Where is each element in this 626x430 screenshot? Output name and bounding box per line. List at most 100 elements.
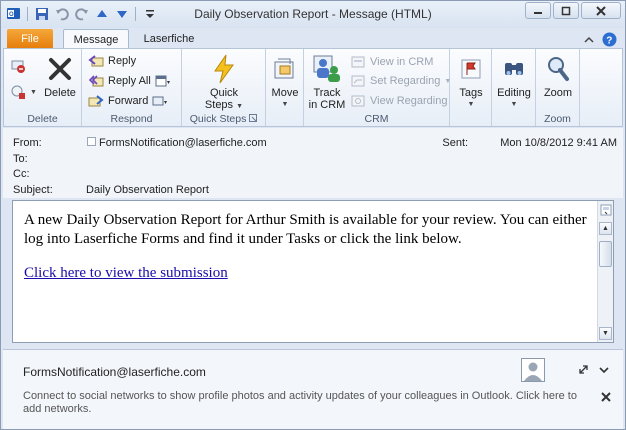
set-regarding-button[interactable]: Set Regarding ▼ (350, 72, 451, 90)
dialog-launcher-icon[interactable] (249, 113, 258, 125)
people-pane: FormsNotification@laserfiche.com Connect… (3, 349, 623, 429)
people-pane-controls (578, 364, 609, 378)
delete-group: ▼ Delete Delete (4, 49, 82, 126)
delete-label: Delete (44, 87, 76, 99)
scrollbar-thumb[interactable] (599, 241, 612, 267)
tags-group: Tags ▼ (450, 49, 492, 126)
sent-value: Mon 10/8/2012 9:41 AM (500, 137, 617, 149)
crm-group: Track in CRM View in CRM Set Regarding ▼ (304, 49, 451, 126)
ribbon-tabs: File Message Laserfiche ? (1, 28, 625, 49)
tab-laserfiche[interactable]: Laserfiche (137, 29, 201, 49)
tags-label: Tags (459, 87, 483, 99)
reply-all-button[interactable]: Reply All (88, 72, 171, 90)
view-regarding-icon (350, 93, 366, 109)
crm-people-icon (311, 53, 343, 85)
reply-label: Reply (108, 55, 137, 67)
editing-button[interactable]: Editing ▼ (496, 53, 532, 111)
minimize-button[interactable] (525, 2, 551, 19)
view-in-crm-button[interactable]: View in CRM (350, 53, 433, 71)
from-address: FormsNotification@laserfiche.com (99, 137, 267, 149)
reply-all-icon (88, 73, 104, 89)
quick-steps-dropdown-icon: ▼ (236, 103, 244, 110)
respond-group-label: Respond (110, 113, 153, 125)
magnifier-icon (542, 53, 574, 85)
meeting-reply-icon[interactable] (155, 73, 171, 89)
scroll-up-button[interactable]: ▲ (599, 222, 612, 235)
ignore-icon (10, 58, 26, 74)
set-regarding-icon (350, 73, 366, 89)
flag-icon (455, 53, 487, 85)
move-button[interactable]: Move ▼ (268, 53, 302, 111)
view-regarding-label: View Regarding (370, 95, 448, 107)
svg-text:?: ? (606, 36, 612, 47)
tab-file[interactable]: File (7, 29, 53, 49)
junk-button[interactable]: ▼ (10, 83, 37, 101)
cc-label: Cc: (13, 168, 30, 180)
reply-button[interactable]: Reply (88, 52, 136, 70)
expand-pane-icon[interactable] (578, 364, 589, 378)
quick-steps-label-1: Quick (209, 87, 239, 99)
zoom-label: Zoom (543, 87, 573, 99)
from-label: From: (13, 137, 42, 149)
view-in-crm-icon (350, 54, 366, 70)
contact-photo (521, 358, 545, 382)
message-body: A new Daily Observation Report for Arthu… (24, 211, 594, 283)
minimize-ribbon-icon[interactable] (584, 35, 594, 47)
submission-link[interactable]: Click here to view the submission (24, 265, 228, 281)
tags-button[interactable]: Tags ▼ (454, 53, 488, 111)
reply-all-label: Reply All (108, 75, 151, 87)
to-label: To: (13, 153, 28, 165)
ribbon: ▼ Delete Delete Reply Reply All Forward … (3, 48, 623, 127)
junk-icon (10, 84, 26, 100)
crm-group-label: CRM (364, 113, 389, 125)
split-view-icon[interactable] (599, 203, 612, 216)
window-controls (525, 2, 621, 19)
track-label-1: Track (313, 87, 341, 99)
scroll-down-button[interactable]: ▼ (599, 327, 612, 340)
zoom-button[interactable]: Zoom (540, 53, 576, 99)
subject-value: Daily Observation Report (86, 184, 209, 196)
lightning-icon (208, 53, 240, 85)
move-group: Move ▼ (266, 49, 304, 126)
close-info-button[interactable] (601, 390, 611, 405)
zoom-group: Zoom Zoom (536, 49, 580, 126)
view-in-crm-label: View in CRM (370, 56, 434, 68)
delete-group-label: Delete (27, 113, 58, 125)
outlook-message-window: O Daily Observation Report - Message (HT… (0, 0, 626, 430)
sent-info: Sent: Mon 10/8/2012 9:41 AM (442, 137, 617, 149)
from-value[interactable]: FormsNotification@laserfiche.com (87, 137, 267, 149)
editing-dropdown-icon: ▼ (510, 101, 518, 108)
junk-dropdown-icon: ▼ (30, 88, 37, 96)
close-icon (601, 392, 611, 402)
tab-message[interactable]: Message (63, 29, 129, 49)
reply-icon (88, 53, 104, 69)
move-folder-icon (269, 53, 301, 85)
ignore-button[interactable] (10, 57, 26, 75)
track-in-crm-button[interactable]: Track in CRM (308, 53, 346, 111)
delete-x-icon (44, 53, 76, 85)
people-pane-email: FormsNotification@laserfiche.com (23, 365, 206, 379)
track-label-2: in CRM (308, 99, 346, 111)
move-dropdown-icon: ▼ (281, 101, 289, 108)
editing-group: Editing ▼ (492, 49, 536, 126)
sender-status-icon (87, 137, 96, 149)
social-network-info[interactable]: Connect to social networks to show profi… (23, 390, 593, 416)
view-regarding-button[interactable]: View Regarding (350, 92, 447, 110)
delete-button[interactable]: Delete (42, 53, 78, 99)
title-bar: O Daily Observation Report - Message (HT… (1, 1, 625, 28)
move-label: Move (271, 87, 299, 99)
message-header: From: FormsNotification@laserfiche.com T… (3, 128, 623, 198)
close-button[interactable] (581, 2, 621, 19)
forward-button[interactable]: Forward (88, 92, 168, 110)
quick-steps-button[interactable]: Quick Steps ▼ (198, 53, 250, 113)
quick-steps-label-2: Steps ▼ (204, 99, 244, 111)
vertical-scrollbar[interactable]: ▲ ▼ (597, 201, 613, 342)
quick-steps-group-label: Quick Steps (182, 113, 265, 125)
respond-group: Reply Reply All Forward Respond (82, 49, 182, 126)
collapse-pane-icon[interactable] (599, 366, 609, 377)
more-respond-icon[interactable] (152, 93, 168, 109)
binoculars-icon (498, 53, 530, 85)
maximize-button[interactable] (553, 2, 579, 19)
set-regarding-label: Set Regarding (370, 75, 441, 87)
forward-icon (88, 93, 104, 109)
